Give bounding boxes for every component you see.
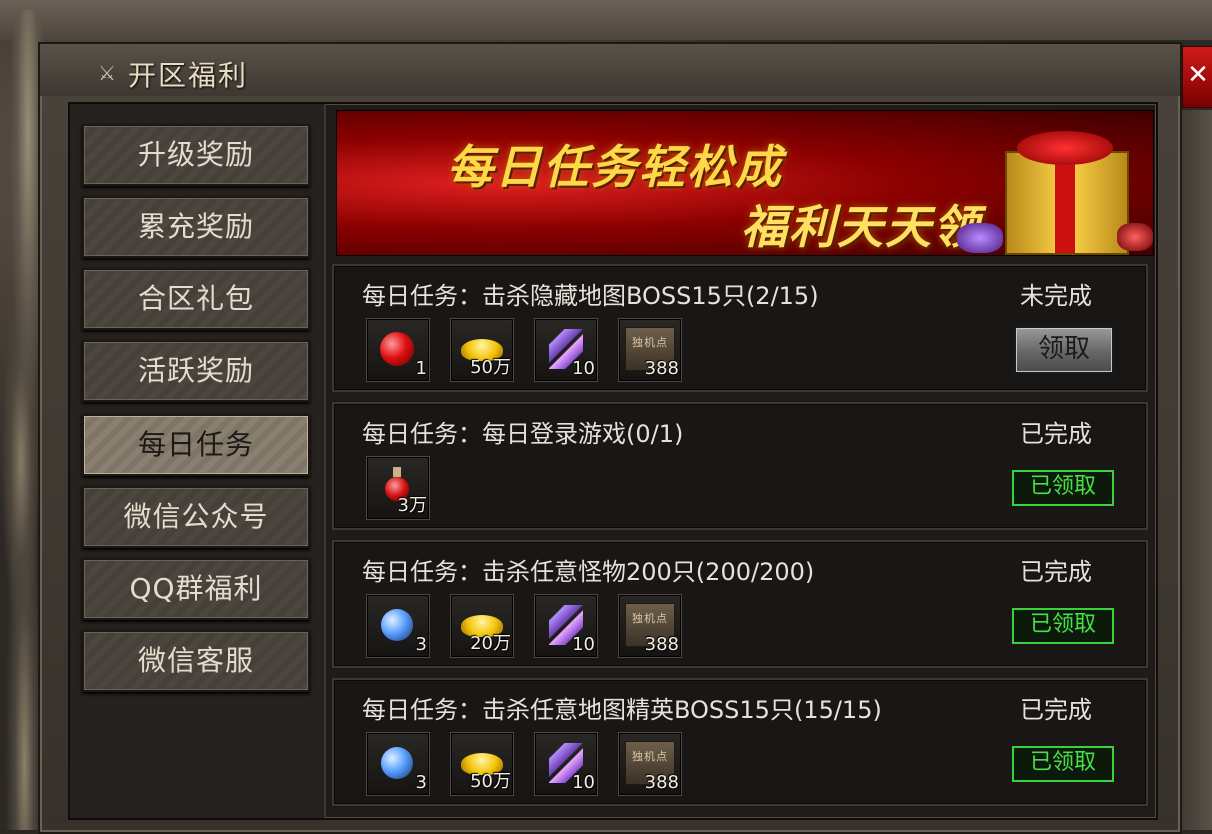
sidebar-item-wechat-service[interactable]: 微信客服 [82,630,310,692]
reward-slot[interactable]: 独机点 388 [618,318,682,382]
gift-bow [1017,131,1113,165]
reward-slot[interactable]: 50万 [450,732,514,796]
banner-text-line2: 福利天天领 [741,200,981,254]
reward-slot[interactable]: 10 [534,732,598,796]
reward-count: 388 [644,358,679,379]
sidebar-item-recharge-reward[interactable]: 累充奖励 [82,196,310,258]
reward-count: 50万 [470,357,511,378]
reward-count: 388 [644,634,679,655]
sword-icon: ⚔ [98,61,116,85]
sidebar-item-qq-group[interactable]: QQ群福利 [82,558,310,620]
claimed-badge: 已领取 [1012,470,1114,506]
task-row: 每日任务：每日登录游戏(0/1) 已完成 3万 已领取 [332,402,1148,530]
reward-count: 3万 [397,495,427,516]
task-status: 未完成 [1020,282,1092,310]
sidebar-item-wechat-official[interactable]: 微信公众号 [82,486,310,548]
reward-count: 3 [415,772,427,793]
reward-slot[interactable]: 1 [366,318,430,382]
banner-text-line1: 每日任务轻松成 [447,140,783,194]
welfare-window: ⚔ 开区福利 升级奖励 累充奖励 合区礼包 活跃奖励 每日任务 微信公众号 QQ… [38,42,1182,834]
reward-count: 10 [572,772,595,793]
reward-slot[interactable]: 10 [534,594,598,658]
task-title: 每日任务：每日登录游戏(0/1) [362,420,684,448]
reward-count: 1 [415,358,427,379]
reward-count: 388 [644,772,679,793]
red-orb-icon [380,332,414,366]
reward-count: 20万 [470,633,511,654]
reward-count: 10 [572,358,595,379]
sidebar-item-merge-gift[interactable]: 合区礼包 [82,268,310,330]
reward-count: 10 [572,634,595,655]
sidebar-item-level-reward[interactable]: 升级奖励 [82,124,310,186]
task-status: 已完成 [1020,696,1092,724]
window-body: 升级奖励 累充奖励 合区礼包 活跃奖励 每日任务 微信公众号 QQ群福利 微信客… [68,102,1158,820]
sidebar-item-active-reward[interactable]: 活跃奖励 [82,340,310,402]
task-row: 每日任务：击杀任意怪物200只(200/200) 已完成 3 20万 10 独机… [332,540,1148,668]
daily-task-banner: 每日任务轻松成 福利天天领 [336,110,1154,256]
reward-count: 50万 [470,771,511,792]
sidebar-item-daily-tasks[interactable]: 每日任务 [82,414,310,476]
reward-slot[interactable]: 50万 [450,318,514,382]
claim-button[interactable]: 领取 [1014,326,1114,374]
top-menu-strip [0,0,1212,40]
blue-orb-icon [381,609,413,641]
task-content: 每日任务轻松成 福利天天领 每日任务：击杀隐藏地图BOSS15只(2/15) 未… [330,104,1154,818]
reward-slot[interactable]: 10 [534,318,598,382]
reward-slot[interactable]: 3 [366,732,430,796]
close-button[interactable]: ✕ [1182,46,1212,108]
claimed-badge: 已领取 [1012,608,1114,644]
background-edge-right [1178,110,1212,830]
blue-orb-icon [381,747,413,779]
task-title: 每日任务：击杀任意地图精英BOSS15只(15/15) [362,696,882,724]
reward-slot[interactable]: 3 [366,594,430,658]
purple-gem-icon [957,223,1003,253]
reward-slot[interactable]: 独机点 388 [618,732,682,796]
reward-slot[interactable]: 20万 [450,594,514,658]
title-bar[interactable]: ⚔ 开区福利 [40,44,1180,96]
reward-count: 3 [415,634,427,655]
sidebar: 升级奖励 累充奖励 合区礼包 活跃奖励 每日任务 微信公众号 QQ群福利 微信客… [70,104,326,818]
claimed-badge: 已领取 [1012,746,1114,782]
red-gem-icon [1117,223,1153,251]
task-title: 每日任务：击杀隐藏地图BOSS15只(2/15) [362,282,819,310]
task-row: 每日任务：击杀隐藏地图BOSS15只(2/15) 未完成 1 50万 10 独机… [332,264,1148,392]
reward-slot[interactable]: 独机点 388 [618,594,682,658]
task-row: 每日任务：击杀任意地图精英BOSS15只(15/15) 已完成 3 50万 10 [332,678,1148,806]
task-status: 已完成 [1020,420,1092,448]
task-title: 每日任务：击杀任意怪物200只(200/200) [362,558,815,586]
task-status: 已完成 [1020,558,1092,586]
window-title: 开区福利 [128,59,249,92]
reward-slot[interactable]: 3万 [366,456,430,520]
